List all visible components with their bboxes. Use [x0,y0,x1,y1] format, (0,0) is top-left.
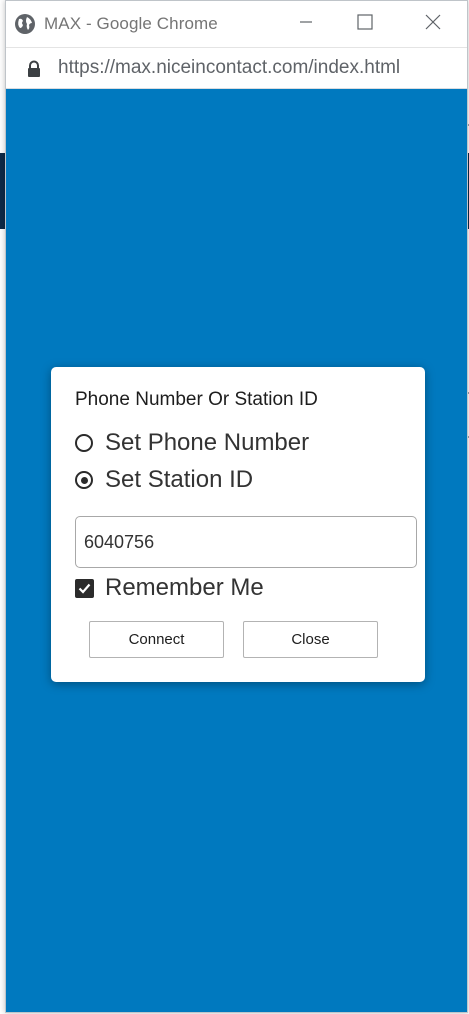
maximize-icon [357,13,373,35]
close-icon [425,14,441,35]
close-button[interactable]: Close [243,621,378,658]
minimize-icon [299,15,313,34]
checkbox-checked-icon[interactable] [75,578,94,598]
title-bar[interactable]: MAX - Google Chrome [6,1,467,47]
station-dialog: Phone Number Or Station ID Set Phone Num… [51,367,425,682]
dialog-title: Phone Number Or Station ID [75,389,318,410]
remember-me-label[interactable]: Remember Me [105,574,264,602]
globe-icon [14,13,36,35]
remember-me-checkbox[interactable]: Remember Me [75,573,264,603]
minimize-button[interactable] [286,8,326,40]
station-id-option-label[interactable]: Set Station ID [105,466,253,494]
window-title: MAX - Google Chrome [44,14,218,33]
station-id-input[interactable] [75,516,417,568]
connect-button[interactable]: Connect [89,621,224,658]
station-id-option[interactable]: Set Station ID [75,465,253,495]
chrome-popup-window: MAX - Google Chrome https://max.niceinco… [5,0,468,1013]
radio-checked-icon[interactable] [75,471,93,489]
lock-icon[interactable] [26,60,42,78]
close-window-button[interactable] [413,8,453,40]
phone-number-option-label[interactable]: Set Phone Number [105,429,309,457]
page-viewport: Phone Number Or Station ID Set Phone Num… [6,89,467,1012]
url-text[interactable]: https://max.niceincontact.com/index.html [58,57,400,79]
radio-unchecked-icon[interactable] [75,434,93,452]
maximize-button[interactable] [345,8,385,40]
phone-number-option[interactable]: Set Phone Number [75,428,309,458]
address-bar[interactable]: https://max.niceincontact.com/index.html [6,47,467,89]
